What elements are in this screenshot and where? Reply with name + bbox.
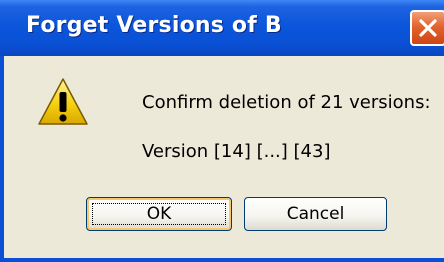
window-title: Forget Versions of B [26,13,282,38]
close-icon [419,19,437,37]
dialog-window: Forget Versions of B Confirm deletion of… [0,0,444,262]
ok-button[interactable]: OK [86,197,232,231]
ok-button-label: OK [146,204,172,224]
version-detail: Version [14] [...] [43] [142,141,331,162]
confirm-message: Confirm deletion of 21 versions: [142,92,431,113]
cancel-button[interactable]: Cancel [244,197,387,231]
warning-icon [38,78,88,125]
title-bar[interactable]: Forget Versions of B [0,0,444,56]
close-button[interactable] [410,10,444,46]
